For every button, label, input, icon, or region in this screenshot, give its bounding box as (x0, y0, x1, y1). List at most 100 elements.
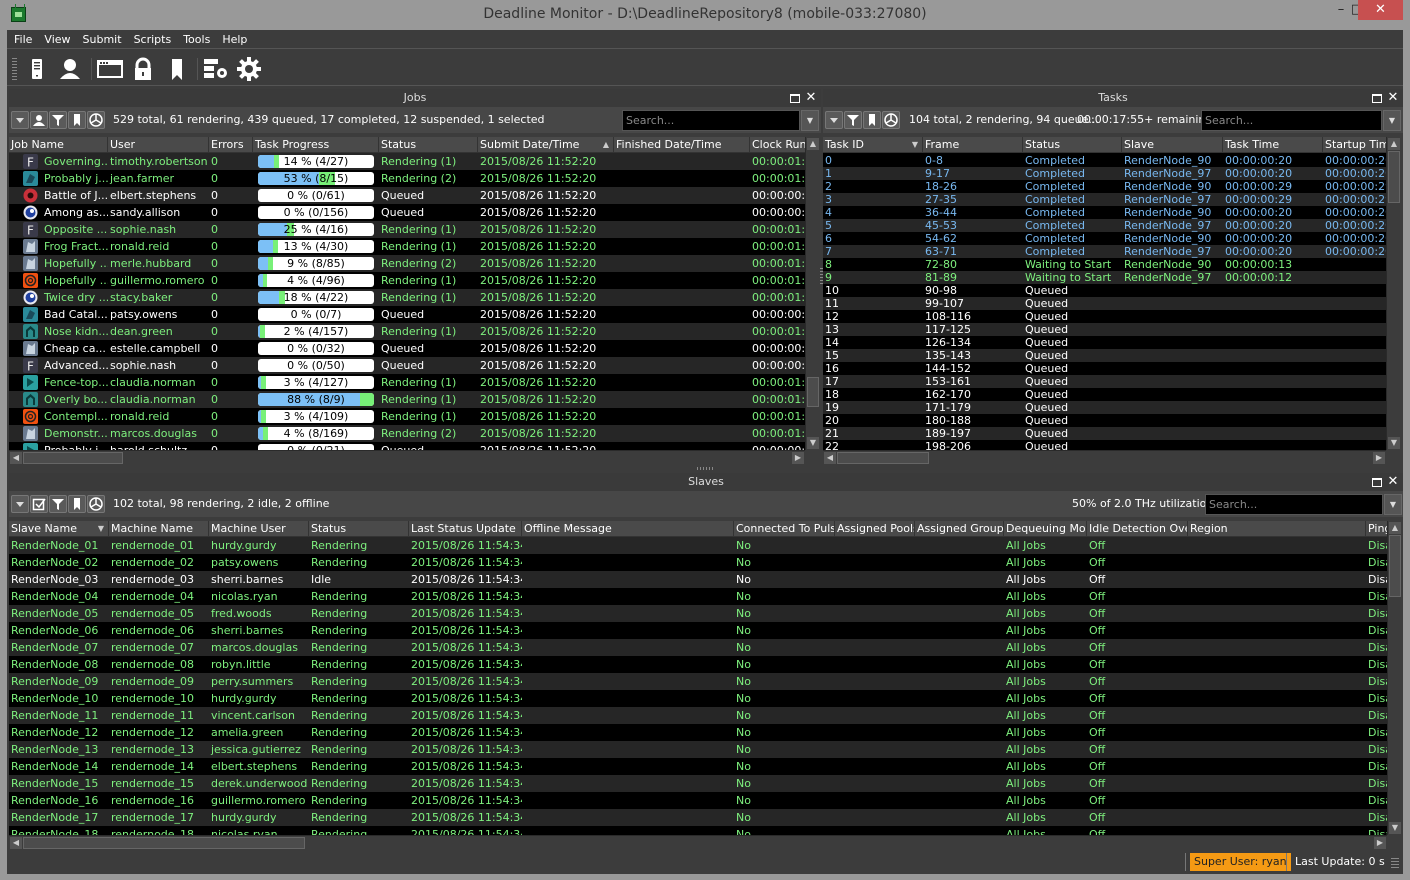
float-panel-button[interactable] (1369, 474, 1385, 490)
slaves-horizontal-scrollbar[interactable]: ◀ ▶ (9, 835, 1387, 849)
job-row[interactable]: Probably j... jean.farmer 0 53 % (8/15) Rend… (9, 170, 805, 187)
tasks-column-header[interactable]: Slave (1122, 137, 1223, 153)
scroll-down-arrow[interactable]: ▼ (807, 437, 819, 449)
job-row[interactable]: Overly bo... claudia.norman 0 88 % (8/9) Ren… (9, 391, 805, 408)
slave-row[interactable]: RenderNode_14 rendernode_14 elbert.stephen… (9, 758, 1387, 775)
pie-chart-icon[interactable] (87, 111, 105, 129)
slaves-column-header[interactable]: Assigned Pools (835, 521, 915, 537)
scroll-thumb[interactable] (23, 452, 123, 464)
slaves-column-header[interactable]: Offline Message (522, 521, 734, 537)
resize-grip[interactable] (1391, 858, 1399, 870)
task-row[interactable]: 11 99-107 Queued (823, 297, 1386, 310)
slave-row[interactable]: RenderNode_06 rendernode_06 sherri.barnes R… (9, 622, 1387, 639)
pie-chart-icon[interactable] (882, 111, 900, 129)
scroll-right-arrow[interactable]: ▶ (1374, 837, 1386, 849)
task-row[interactable]: 20 180-188 Queued (823, 414, 1386, 427)
pie-chart-icon[interactable] (87, 495, 105, 513)
slaves-column-header[interactable]: Idle Detection Overr (1087, 521, 1188, 537)
jobs-search-input[interactable]: Search... (622, 110, 800, 131)
task-row[interactable]: 10 90-98 Queued (823, 284, 1386, 297)
slave-row[interactable]: RenderNode_05 rendernode_05 fred.woods Rend… (9, 605, 1387, 622)
scroll-left-arrow[interactable]: ◀ (824, 452, 836, 464)
panel-menu-dropdown-icon[interactable] (11, 495, 29, 513)
task-row[interactable]: 12 108-116 Queued (823, 310, 1386, 323)
gear-icon[interactable] (236, 56, 262, 82)
scroll-up-arrow[interactable]: ▲ (1388, 138, 1400, 150)
slave-row[interactable]: RenderNode_16 rendernode_16 guillermo.rome… (9, 792, 1387, 809)
scroll-down-arrow[interactable]: ▼ (1389, 822, 1401, 834)
job-row[interactable]: Bad Catal... patsy.owens 0 0 % (0/7) Queued 2… (9, 306, 805, 323)
slave-row[interactable]: RenderNode_12 rendernode_12 amelia.green Re… (9, 724, 1387, 741)
scroll-right-arrow[interactable]: ▶ (792, 452, 804, 464)
task-row[interactable]: 22 198-206 Queued (823, 440, 1386, 450)
slave-row[interactable]: RenderNode_10 rendernode_10 hurdy.gurdy Ren… (9, 690, 1387, 707)
job-window-icon[interactable] (97, 56, 123, 82)
task-row[interactable]: 6 54-62 Completed RenderNode_90 00:00:00:20 0… (823, 232, 1386, 245)
toolbar-grip[interactable] (12, 58, 17, 80)
slave-row[interactable]: RenderNode_04 rendernode_04 nicolas.ryan Re… (9, 588, 1387, 605)
slaves-search-dropdown[interactable]: ▼ (1384, 494, 1402, 515)
bookmark-icon[interactable] (68, 495, 86, 513)
menu-view[interactable]: View (39, 30, 75, 49)
scroll-thumb[interactable] (23, 837, 305, 849)
jobs-column-header[interactable]: Status (379, 137, 478, 153)
filter-icon[interactable] (49, 495, 67, 513)
menu-help[interactable]: Help (217, 30, 252, 49)
slave-row[interactable]: RenderNode_13 rendernode_13 jessica.gutier… (9, 741, 1387, 758)
user-icon[interactable] (57, 56, 83, 82)
task-row[interactable]: 13 117-125 Queued (823, 323, 1386, 336)
scroll-thumb[interactable] (1389, 535, 1401, 597)
slave-row[interactable]: RenderNode_08 rendernode_08 robyn.little Re… (9, 656, 1387, 673)
scroll-left-arrow[interactable]: ◀ (10, 452, 22, 464)
menu-tools[interactable]: Tools (178, 30, 215, 49)
job-row[interactable]: Battle of J... elbert.stephens 0 0 % (0/61)… (9, 187, 805, 204)
slaves-vertical-scrollbar[interactable]: ▲ ▼ (1387, 521, 1401, 835)
tasks-search-dropdown[interactable]: ▼ (1383, 110, 1401, 131)
menu-submit[interactable]: Submit (78, 30, 127, 49)
float-panel-button[interactable] (1369, 90, 1385, 106)
job-row[interactable]: Nose kidn... dean.green 0 2 % (4/157) Render… (9, 323, 805, 340)
task-row[interactable]: 5 45-53 Completed RenderNode_97 00:00:00:20 0… (823, 219, 1386, 232)
jobs-column-header[interactable]: Finished Date/Time (614, 137, 750, 153)
job-row[interactable]: Twice dry ... stacy.baker 0 18 % (4/22) Rend… (9, 289, 805, 306)
scroll-down-arrow[interactable]: ▼ (1388, 437, 1400, 449)
slave-row[interactable]: RenderNode_15 rendernode_15 derek.underwoo… (9, 775, 1387, 792)
tasks-column-header[interactable]: Frame (923, 137, 1023, 153)
close-panel-button[interactable]: ✕ (803, 90, 819, 106)
scroll-up-arrow[interactable]: ▲ (1389, 522, 1401, 534)
checkbox-filter-icon[interactable] (30, 495, 48, 513)
task-row[interactable]: 3 27-35 Completed RenderNode_97 00:00:00:29 0… (823, 193, 1386, 206)
float-panel-button[interactable] (787, 90, 803, 106)
user-filter-icon[interactable] (30, 111, 48, 129)
bookmark-icon[interactable] (68, 111, 86, 129)
slave-row[interactable]: RenderNode_09 rendernode_09 perry.summers R… (9, 673, 1387, 690)
job-row[interactable]: F Opposite ... sophie.nash 0 25 % (4/16) Rend… (9, 221, 805, 238)
jobs-column-header[interactable]: Clock Runn (750, 137, 805, 153)
scroll-thumb[interactable] (807, 377, 819, 407)
slaves-column-header[interactable]: Status (309, 521, 409, 537)
jobs-column-header[interactable]: User (108, 137, 209, 153)
slave-row[interactable]: RenderNode_17 rendernode_17 hurdy.gurdy Ren… (9, 809, 1387, 826)
slaves-column-header[interactable]: Last Status Update (409, 521, 522, 537)
scroll-thumb[interactable] (1388, 151, 1400, 203)
scroll-left-arrow[interactable]: ◀ (10, 837, 22, 849)
tasks-column-header[interactable]: Startup Time (1323, 137, 1386, 153)
job-row[interactable]: Hopefully ... guillermo.romero 0 4 % (4/96)… (9, 272, 805, 289)
panel-menu-dropdown-icon[interactable] (11, 111, 29, 129)
lock-icon[interactable] (130, 56, 156, 82)
slave-icon[interactable] (24, 56, 50, 82)
jobs-column-header[interactable]: Job Name (9, 137, 108, 153)
scroll-right-arrow[interactable]: ▶ (1373, 452, 1385, 464)
task-row[interactable]: 15 135-143 Queued (823, 349, 1386, 362)
tasks-column-header[interactable]: Status (1023, 137, 1122, 153)
jobs-column-header[interactable]: Task Progress (253, 137, 379, 153)
slave-row[interactable]: RenderNode_03 rendernode_03 sherri.barnes I… (9, 571, 1387, 588)
slave-row[interactable]: RenderNode_11 rendernode_11 vincent.carlso… (9, 707, 1387, 724)
task-row[interactable]: 1 9-17 Completed RenderNode_97 00:00:00:20 00… (823, 167, 1386, 180)
slave-row[interactable]: RenderNode_01 rendernode_01 hurdy.gurdy Ren… (9, 537, 1387, 554)
slaves-column-header[interactable]: Connected To Pulse (734, 521, 835, 537)
task-row[interactable]: 16 144-152 Queued (823, 362, 1386, 375)
tasks-search-input[interactable]: Search... (1201, 110, 1382, 131)
task-row[interactable]: 4 36-44 Completed RenderNode_90 00:00:00:20 0… (823, 206, 1386, 219)
jobs-column-header[interactable]: Submit Date/Time ▲ (478, 137, 614, 153)
